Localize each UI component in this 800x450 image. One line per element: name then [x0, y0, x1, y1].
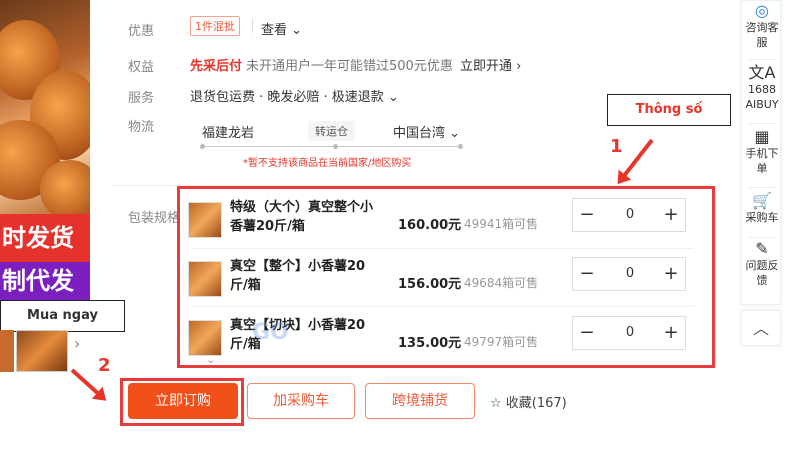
sidebar-label: 采购车	[745, 211, 779, 224]
variant-price: 156.00元	[398, 277, 462, 292]
qr-icon: ▦	[754, 127, 770, 146]
service-text[interactable]: 退货包运费 · 晚发必赔 · 极速退款 ⌄	[190, 86, 399, 105]
right-toolbar: ◎ 咨询客服 文A 1688 AIBUY ▦ 手机下单 🛒 采购车 ✎ 问题反馈	[741, 0, 781, 305]
decrease-button[interactable]: −	[575, 203, 599, 227]
discount-label: 优惠	[128, 24, 155, 39]
scroll-top-button[interactable]: ︿	[741, 310, 781, 346]
variant-image[interactable]	[188, 202, 222, 238]
page-edge	[790, 0, 800, 450]
buy-now-button[interactable]: 立即订购	[128, 383, 238, 419]
sidebar-label: 1688 AIBUY	[745, 83, 779, 111]
ship-to-select[interactable]: 中国台湾 ⌄	[393, 122, 460, 141]
promo-banner-line2: 制代发	[0, 262, 90, 300]
variant-stock: 49941箱可售	[464, 217, 539, 231]
row-divider	[192, 306, 694, 307]
increase-button[interactable]: +	[659, 321, 683, 345]
consult-icon: ◎	[755, 1, 769, 20]
divider	[748, 187, 776, 188]
divider	[252, 19, 253, 33]
logistics-label: 物流	[128, 120, 155, 135]
consult-service-button[interactable]: ◎ 咨询客服	[742, 3, 782, 50]
variant-name: 真空【整个】小香薯20斤/箱	[230, 259, 366, 293]
sidebar-label: 问题反馈	[745, 259, 779, 287]
thumbnail-image[interactable]	[16, 330, 68, 372]
chevron-right-icon[interactable]: ›	[74, 334, 80, 353]
promo-banner-line1: 时发货	[0, 214, 90, 262]
variant-image[interactable]	[188, 320, 222, 356]
spec-label: 包装规格	[128, 211, 181, 226]
divider	[748, 59, 776, 60]
sidebar-label: 手机下单	[745, 147, 779, 175]
quantity-input[interactable]: 0	[613, 325, 647, 340]
ship-from: 福建龙岩	[202, 126, 255, 141]
route-line	[200, 146, 462, 147]
sidebar-label: 咨询客服	[745, 21, 779, 49]
mixed-batch-tag: 1件混批	[190, 16, 240, 36]
watermark: GO	[252, 320, 289, 345]
route-dot	[333, 144, 338, 149]
divider	[748, 123, 776, 124]
route-dot	[200, 144, 205, 149]
cross-border-button[interactable]: 跨境铺货	[365, 383, 475, 419]
view-discount-link[interactable]: 查看 ⌄	[261, 19, 302, 38]
variant-stock: 49797箱可售	[464, 335, 539, 349]
quantity-input[interactable]: 0	[613, 207, 647, 222]
aibuy-button[interactable]: 文A 1688 AIBUY	[742, 65, 782, 112]
annotation-spec-label: Thông số	[607, 94, 731, 126]
add-cart-button[interactable]: 加采购车	[247, 383, 355, 419]
divider	[748, 237, 776, 238]
quantity-stepper: − 0 +	[572, 316, 686, 350]
chevron-up-icon: ︿	[752, 319, 769, 338]
translate-icon: 文A	[748, 63, 776, 82]
region-warning: *暂不支持该商品在当前国家/地区购买	[243, 158, 412, 169]
favorite-label: 收藏(167)	[505, 396, 567, 411]
quantity-stepper: − 0 +	[572, 257, 686, 291]
mobile-order-button[interactable]: ▦ 手机下单	[742, 129, 782, 176]
thumbnail-partial[interactable]	[0, 330, 14, 372]
annotation-number-2: 2	[98, 355, 111, 376]
annotation-arrow-icon	[619, 138, 654, 181]
variant-row: 真空【整个】小香薯20斤/箱 156.00元 49684箱可售 − 0 +	[188, 253, 696, 311]
transit-warehouse: 转运仓	[308, 121, 355, 141]
star-icon: ☆	[490, 396, 502, 411]
decrease-button[interactable]: −	[575, 262, 599, 286]
row-divider	[192, 248, 694, 249]
variant-price: 135.00元	[398, 336, 462, 351]
rights-label: 权益	[128, 60, 155, 75]
feedback-button[interactable]: ✎ 问题反馈	[742, 241, 782, 288]
activate-link[interactable]: 立即开通 ›	[460, 55, 521, 74]
annotation-buy-label: Mua ngay	[0, 300, 125, 332]
purchase-cart-button[interactable]: 🛒 采购车	[742, 193, 782, 225]
service-label: 服务	[128, 91, 155, 106]
edit-icon: ✎	[755, 239, 769, 258]
annotation-number-1: 1	[610, 136, 623, 157]
increase-button[interactable]: +	[659, 203, 683, 227]
variant-stock: 49684箱可售	[464, 276, 539, 290]
chevron-down-icon[interactable]: ⌄	[206, 353, 215, 366]
favorite-button[interactable]: ☆ 收藏(167)	[490, 392, 567, 411]
quantity-stepper: − 0 +	[572, 198, 686, 232]
variant-price: 160.00元	[398, 218, 462, 233]
variant-name: 特级（大个）真空整个小香薯20斤/箱	[230, 200, 374, 234]
variant-row: 特级（大个）真空整个小香薯20斤/箱 160.00元 49941箱可售 − 0 …	[188, 194, 696, 252]
decrease-button[interactable]: −	[575, 321, 599, 345]
cart-icon: 🛒	[752, 191, 772, 210]
rights-note: 未开通用户一年可能错过500元优惠	[246, 59, 453, 74]
quantity-input[interactable]: 0	[613, 266, 647, 281]
increase-button[interactable]: +	[659, 262, 683, 286]
pay-later-text: 先采后付	[190, 59, 243, 74]
variant-image[interactable]	[188, 261, 222, 297]
route-dot	[458, 144, 463, 149]
image-item	[40, 160, 90, 220]
